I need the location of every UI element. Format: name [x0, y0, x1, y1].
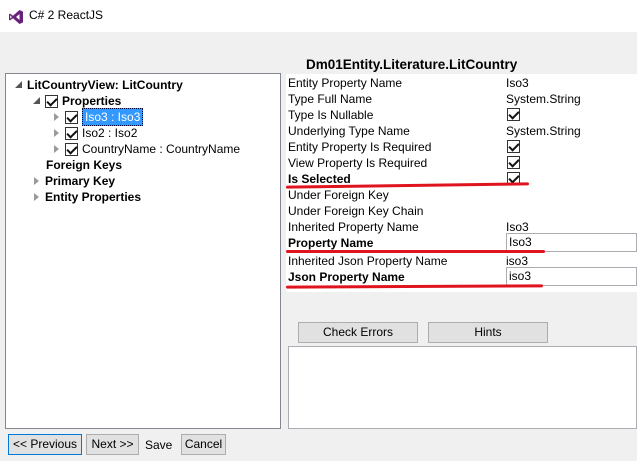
expand-arrow-icon[interactable] — [32, 176, 42, 186]
annotation-underline — [286, 250, 545, 253]
property-row: Under Foreign Key — [286, 187, 637, 203]
property-label: Property Name — [288, 236, 374, 250]
property-label: Inherited Json Property Name — [288, 254, 448, 268]
property-row: Property Name Iso3 — [286, 233, 637, 252]
property-label: Entity Property Is Required — [288, 140, 432, 154]
tree-node-label: Iso3 : Iso3 — [82, 108, 144, 126]
tree-node-label: CountryName : CountryName — [82, 142, 241, 156]
property-label: Json Property Name — [288, 270, 405, 284]
title-bar: C# 2 ReactJS — [0, 0, 637, 32]
property-label: Under Foreign Key Chain — [288, 204, 424, 218]
tree-node-label: Iso2 : Iso2 — [82, 126, 138, 140]
property-label: Under Foreign Key — [288, 188, 389, 202]
property-value: Iso3 — [506, 220, 529, 234]
property-value: System.String — [506, 92, 581, 106]
next-button[interactable]: Next >> — [86, 434, 139, 455]
expand-arrow-icon[interactable] — [52, 144, 62, 154]
property-label: View Property Is Required — [288, 156, 428, 170]
property-row: View Property Is Required — [286, 155, 637, 171]
tree-node-label: Entity Properties — [45, 190, 142, 204]
collapse-arrow-icon[interactable] — [14, 80, 24, 90]
checkbox-checked-icon[interactable] — [65, 142, 78, 156]
tree-node-root[interactable]: LitCountryView: LitCountry — [14, 77, 183, 93]
visual-studio-icon — [9, 10, 23, 24]
tree-node-label: LitCountryView: LitCountry — [27, 78, 183, 92]
cancel-button[interactable]: Cancel — [181, 434, 226, 455]
expand-arrow-icon[interactable] — [32, 192, 42, 202]
tree-node-foreign-keys[interactable]: Foreign Keys — [46, 157, 122, 173]
previous-button[interactable]: << Previous — [8, 434, 82, 455]
property-row: Entity Property Is Required — [286, 139, 637, 155]
property-label: Type Is Nullable — [288, 108, 374, 122]
results-textarea[interactable] — [288, 346, 637, 429]
property-row: Under Foreign Key Chain — [286, 203, 637, 219]
entity-heading: Dm01Entity.Literature.LitCountry — [306, 57, 518, 72]
property-label: Is Selected — [288, 172, 351, 186]
property-value: iso3 — [506, 254, 529, 268]
json-property-name-input[interactable]: iso3 — [506, 267, 637, 286]
check-errors-button[interactable]: Check Errors — [298, 322, 418, 343]
expand-arrow-icon[interactable] — [52, 112, 62, 122]
window-title: C# 2 ReactJS — [29, 8, 104, 22]
hints-button[interactable]: Hints — [428, 322, 548, 343]
checkbox-checked-icon[interactable] — [65, 110, 78, 124]
tree-node-iso2[interactable]: Iso2 : Iso2 — [52, 125, 137, 141]
tree-node-entity-properties[interactable]: Entity Properties — [32, 189, 141, 205]
property-row: Underlying Type Name System.String — [286, 123, 637, 139]
tree-node-countryname[interactable]: CountryName : CountryName — [52, 141, 240, 157]
property-row: Json Property Name iso3 — [286, 267, 637, 286]
view-required-checkbox[interactable] — [507, 156, 520, 169]
entity-required-checkbox[interactable] — [507, 140, 520, 153]
tree-node-iso3[interactable]: Iso3 : Iso3 — [52, 108, 144, 126]
checkbox-checked-icon[interactable] — [45, 94, 58, 108]
property-row: Entity Property Name Iso3 — [286, 75, 637, 91]
expand-arrow-icon[interactable] — [52, 128, 62, 138]
property-value: Iso3 — [506, 76, 529, 90]
tree-node-label: Foreign Keys — [46, 158, 123, 172]
property-label: Type Full Name — [288, 92, 373, 106]
property-label: Entity Property Name — [288, 76, 403, 90]
property-row: Type Is Nullable — [286, 107, 637, 123]
property-label: Underlying Type Name — [288, 124, 410, 138]
property-row: Type Full Name System.String — [286, 91, 637, 107]
tree-node-label: Properties — [62, 94, 122, 108]
property-label: Inherited Property Name — [288, 220, 419, 234]
tree-node-properties[interactable]: Properties — [32, 93, 121, 109]
tree-node-primary-key[interactable]: Primary Key — [32, 173, 115, 189]
tree-node-label: Primary Key — [45, 174, 116, 188]
collapse-arrow-icon[interactable] — [32, 96, 42, 106]
entity-tree[interactable]: LitCountryView: LitCountry Properties Is… — [5, 73, 281, 429]
property-value: System.String — [506, 124, 581, 138]
save-button[interactable]: Save — [145, 438, 172, 452]
nullable-checkbox[interactable] — [507, 108, 520, 121]
checkbox-checked-icon[interactable] — [65, 126, 78, 140]
